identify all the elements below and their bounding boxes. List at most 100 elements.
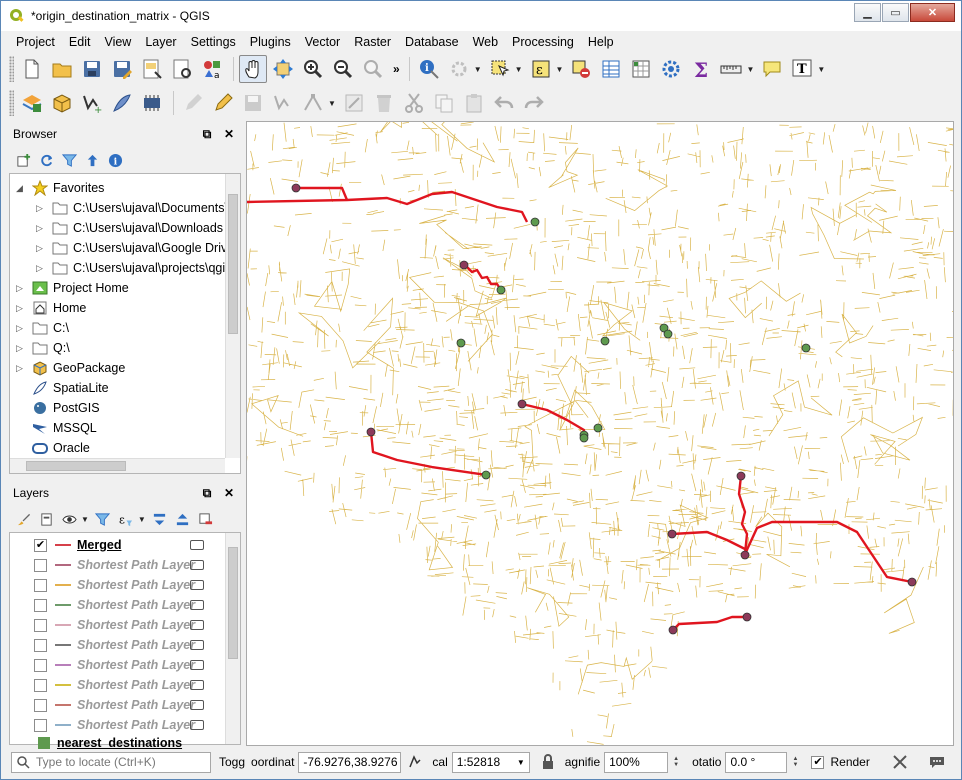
manage-visibility-button[interactable] (59, 509, 79, 529)
menu-web[interactable]: Web (466, 35, 505, 49)
collapsed-arrow-icon[interactable]: ▷ (16, 323, 26, 334)
menu-processing[interactable]: Processing (505, 35, 581, 49)
refresh-button[interactable] (36, 150, 56, 170)
toggle-editing-button[interactable] (209, 89, 237, 117)
lock-scale-icon[interactable] (540, 754, 556, 770)
layer-visibility-checkbox[interactable] (34, 658, 47, 672)
collapse-all-layers-button[interactable] (173, 509, 193, 529)
layer-styling-button[interactable] (13, 509, 33, 529)
run-action-button[interactable] (445, 55, 473, 83)
chevron-down-icon[interactable]: ▼ (328, 99, 336, 108)
menu-plugins[interactable]: Plugins (243, 35, 298, 49)
memory-layer-icon[interactable] (190, 680, 204, 690)
layer-visibility-checkbox[interactable] (34, 678, 47, 692)
float-panel-icon[interactable]: ⧉ (199, 485, 215, 501)
browser-item[interactable]: ▷ GeoPackage (16, 358, 125, 378)
layer-item-shortest-path[interactable]: Shortest Path Layer (34, 655, 224, 675)
layer-visibility-checkbox[interactable] (34, 638, 47, 652)
menu-database[interactable]: Database (398, 35, 466, 49)
layer-visibility-checkbox[interactable]: ✔ (34, 538, 47, 552)
chevron-down-icon[interactable]: ▼ (817, 65, 825, 74)
browser-item[interactable]: ▷ C:\ (16, 318, 69, 338)
layers-vertical-scrollbar[interactable] (225, 533, 240, 744)
remove-layer-button[interactable] (196, 509, 216, 529)
browser-item[interactable]: ▷ C:\Users\ujaval\projects\qgi (36, 258, 225, 278)
scroll-thumb[interactable] (228, 194, 238, 334)
layer-item-shortest-path[interactable]: Shortest Path Layer (34, 595, 224, 615)
memory-layer-icon[interactable] (190, 640, 204, 650)
filter-legend-button[interactable] (93, 509, 113, 529)
save-project-button[interactable] (78, 55, 106, 83)
chevron-down-icon[interactable]: ▼ (515, 65, 523, 74)
menu-edit[interactable]: Edit (62, 35, 98, 49)
layer-visibility-checkbox[interactable] (34, 598, 47, 612)
memory-layer-icon[interactable] (190, 620, 204, 630)
memory-layer-icon[interactable] (190, 540, 204, 550)
chevron-down-icon[interactable]: ▼ (81, 515, 89, 524)
vertex-tool-button[interactable] (299, 89, 327, 117)
layer-item-shortest-path[interactable]: Shortest Path Layer (34, 715, 224, 735)
scale-combobox[interactable]: 1:52818 ▼ (451, 751, 530, 773)
new-spatialite-button[interactable] (108, 89, 136, 117)
browser-item[interactable]: ▷ C:\Users\ujaval\Downloads (36, 218, 223, 238)
rotation-field[interactable]: 0.0 ° (725, 751, 788, 773)
layer-visibility-checkbox[interactable] (34, 698, 47, 712)
menu-settings[interactable]: Settings (184, 35, 243, 49)
expand-all-button[interactable] (150, 509, 170, 529)
memory-layer-icon[interactable] (190, 600, 204, 610)
browser-item[interactable]: PostGIS (16, 398, 100, 418)
new-print-layout-button[interactable] (138, 55, 166, 83)
new-project-button[interactable] (18, 55, 46, 83)
memory-layer-icon[interactable] (190, 560, 204, 570)
close-button[interactable]: ✕ (910, 3, 955, 22)
collapsed-arrow-icon[interactable]: ▷ (36, 203, 46, 214)
pan-map-button[interactable] (239, 55, 267, 83)
statistics-button[interactable]: Σ (687, 55, 715, 83)
locator-search-input[interactable]: Type to locate (Ctrl+K) (11, 751, 211, 773)
menu-view[interactable]: View (97, 35, 138, 49)
toggle-extents-label[interactable]: Togg (219, 755, 245, 769)
close-panel-icon[interactable]: ✕ (221, 485, 237, 501)
browser-item[interactable]: SpatiaLite (16, 378, 109, 398)
new-virtual-layer-button[interactable] (138, 89, 166, 117)
render-checkbox[interactable]: ✔ (811, 755, 825, 769)
save-as-button[interactable] (108, 55, 136, 83)
expanded-arrow-icon[interactable]: ◢ (16, 183, 26, 194)
layer-item-shortest-path[interactable]: Shortest Path Layer (34, 615, 224, 635)
modify-attributes-button[interactable] (340, 89, 368, 117)
delete-selected-button[interactable] (370, 89, 398, 117)
browser-item[interactable]: ▷ C:\Users\ujaval\Google Driv (36, 238, 227, 258)
add-layer-button[interactable] (13, 150, 33, 170)
layer-visibility-checkbox[interactable] (34, 558, 47, 572)
zoom-in-button[interactable] (299, 55, 327, 83)
collapsed-arrow-icon[interactable]: ▷ (16, 283, 26, 294)
menu-raster[interactable]: Raster (347, 35, 398, 49)
memory-layer-icon[interactable] (190, 700, 204, 710)
identify-features-button[interactable]: i (415, 55, 443, 83)
layout-manager-button[interactable] (168, 55, 196, 83)
properties-button[interactable]: i (105, 150, 125, 170)
menu-help[interactable]: Help (581, 35, 621, 49)
zoom-native-button[interactable] (359, 55, 387, 83)
browser-horizontal-scrollbar[interactable] (10, 458, 225, 473)
layer-visibility-checkbox[interactable] (34, 618, 47, 632)
open-project-button[interactable] (48, 55, 76, 83)
toolbar-overflow-button[interactable]: » (393, 62, 400, 76)
browser-item[interactable]: ▷ Project Home (16, 278, 129, 298)
scroll-thumb[interactable] (228, 547, 238, 659)
layer-item-merged[interactable]: ✔ Merged (34, 535, 224, 555)
select-by-expression-button[interactable]: ε (527, 55, 555, 83)
cut-features-button[interactable] (400, 89, 428, 117)
map-render[interactable] (247, 122, 954, 746)
style-manager-button[interactable]: a (198, 55, 226, 83)
browser-item[interactable]: MSSQL (16, 418, 97, 438)
rotation-spinner[interactable]: ▲ ▼ (789, 753, 801, 772)
layer-visibility-checkbox[interactable] (34, 578, 47, 592)
pan-to-selection-button[interactable] (269, 55, 297, 83)
layer-item-shortest-path[interactable]: Shortest Path Layer (34, 635, 224, 655)
collapsed-arrow-icon[interactable]: ▷ (16, 303, 26, 314)
minimize-button[interactable]: ▁ (854, 3, 881, 22)
layer-item-shortest-path[interactable]: Shortest Path Layer (34, 675, 224, 695)
float-panel-icon[interactable]: ⧉ (199, 126, 215, 142)
browser-item[interactable]: Oracle (16, 438, 90, 458)
